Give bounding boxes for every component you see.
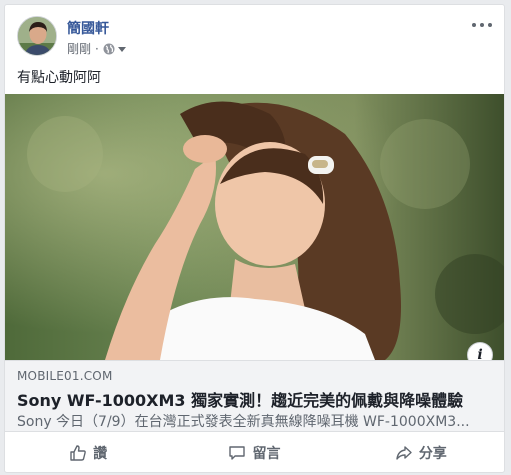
privacy-caret-icon[interactable] bbox=[117, 42, 126, 56]
link-description: Sony 今日（7/9）在台灣正式發表全新真無線降噪耳機 WF-1000XM3.… bbox=[17, 414, 470, 430]
more-options-icon[interactable] bbox=[472, 18, 492, 32]
globe-icon[interactable] bbox=[103, 43, 115, 55]
share-icon bbox=[396, 446, 412, 460]
link-preview-image[interactable] bbox=[5, 94, 504, 360]
post-header: 簡國軒 剛剛 · bbox=[17, 16, 496, 60]
post-meta: 剛剛 · bbox=[67, 40, 126, 57]
comment-button[interactable]: 留言 bbox=[171, 434, 337, 472]
like-button[interactable]: 讚 bbox=[5, 434, 171, 472]
link-domain: MOBILE01.COM bbox=[17, 369, 113, 383]
post-time[interactable]: 剛剛 bbox=[67, 40, 91, 57]
thumbs-up-icon bbox=[70, 445, 86, 461]
comment-label: 留言 bbox=[252, 446, 281, 462]
avatar[interactable] bbox=[17, 16, 57, 56]
link-title[interactable]: Sony WF-1000XM3 獨家實測！趨近完美的佩戴與降噪體驗 bbox=[17, 387, 494, 411]
author-name[interactable]: 簡國軒 bbox=[67, 18, 109, 38]
comment-icon bbox=[229, 446, 246, 460]
post-actions: 讚 留言 分享 bbox=[5, 434, 504, 472]
share-button[interactable]: 分享 bbox=[338, 434, 504, 472]
post-card: 簡國軒 剛剛 · 有點心動阿阿 i MOBILE01.COM Sony WF-1… bbox=[4, 4, 505, 473]
share-label: 分享 bbox=[418, 446, 447, 462]
link-preview-box[interactable]: MOBILE01.COM Sony WF-1000XM3 獨家實測！趨近完美的佩… bbox=[5, 360, 504, 432]
meta-separator: · bbox=[95, 41, 99, 56]
post-text: 有點心動阿阿 bbox=[17, 70, 101, 86]
like-label: 讚 bbox=[93, 446, 108, 462]
